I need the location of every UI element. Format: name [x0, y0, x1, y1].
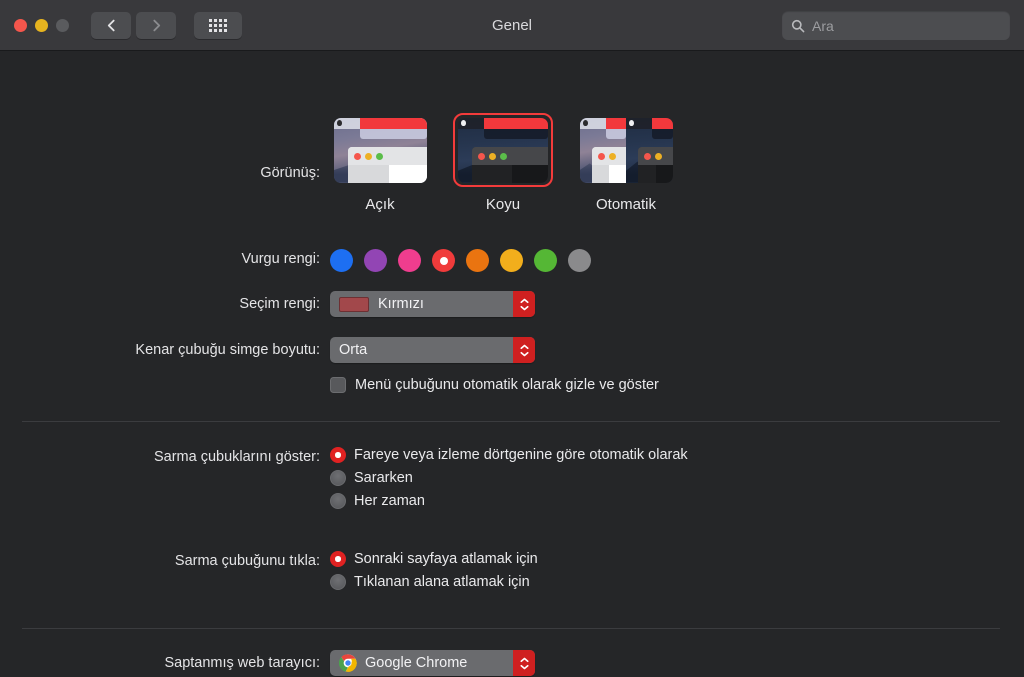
zoom-button[interactable]	[56, 18, 69, 32]
section-divider-1	[22, 421, 1000, 422]
appearance-thumb-light	[333, 117, 427, 183]
appearance-option-light[interactable]: Açık	[330, 113, 430, 213]
chevron-down-icon	[519, 305, 529, 310]
radio-indicator[interactable]	[330, 493, 346, 509]
radio-label: Her zaman	[354, 493, 425, 509]
default-browser-label: Saptanmış web tarayıcı:	[164, 655, 320, 671]
grid-of-dots-icon	[209, 18, 227, 32]
accent-color-swatches	[330, 249, 591, 272]
radio-indicator[interactable]	[330, 447, 346, 463]
chrome-logo-icon	[339, 654, 357, 672]
accent-swatch-green[interactable]	[534, 249, 557, 272]
autohide-menubar-row: Menü çubuğunu otomatik olarak gizle ve g…	[0, 377, 659, 393]
show-all-preferences-button[interactable]	[194, 11, 242, 39]
appearance-thumb-auto-frame	[576, 113, 676, 187]
sidebar-icon-size-popup[interactable]: Orta	[330, 337, 535, 363]
default-browser-stepper[interactable]	[513, 650, 535, 676]
accent-color-label: Vurgu rengi:	[241, 251, 320, 267]
window-titlebar: Genel Ara	[0, 0, 1024, 51]
highlight-color-stepper[interactable]	[513, 291, 535, 317]
show-scrollbars-label: Sarma çubuklarını göster:	[153, 449, 320, 465]
radio-scrollbars-when-scrolling[interactable]: Sararken	[330, 470, 688, 486]
click-scrollbar-label: Sarma çubuğunu tıkla:	[174, 553, 320, 569]
sidebar-icon-size-stepper[interactable]	[513, 337, 535, 363]
click-scrollbar-radiogroup: Sonraki sayfaya atlamak için Tıklanan al…	[330, 551, 538, 590]
accent-swatch-blue[interactable]	[330, 249, 353, 272]
close-button[interactable]	[14, 18, 27, 32]
appearance-thumb-auto	[579, 117, 673, 183]
search-placeholder: Ara	[812, 17, 834, 34]
radio-indicator[interactable]	[330, 551, 346, 567]
appearance-options: Açık Koyu Otomatik	[330, 113, 676, 213]
appearance-thumb-light-frame	[330, 113, 430, 187]
radio-indicator[interactable]	[330, 470, 346, 486]
autohide-menubar-checkbox[interactable]: Menü çubuğunu otomatik olarak gizle ve g…	[330, 377, 659, 393]
search-field[interactable]: Ara	[782, 11, 1010, 40]
radio-label: Tıklanan alana atlamak için	[354, 574, 530, 590]
accent-swatch-graphite[interactable]	[568, 249, 591, 272]
autohide-menubar-text: Menü çubuğunu otomatik olarak gizle ve g…	[355, 377, 659, 393]
chevron-up-icon	[519, 344, 529, 349]
accent-swatch-orange[interactable]	[466, 249, 489, 272]
appearance-thumb-dark	[458, 117, 548, 183]
chevron-up-icon	[519, 298, 529, 303]
accent-swatch-purple[interactable]	[364, 249, 387, 272]
show-scrollbars-row: Sarma çubuklarını göster: Fareye veya iz…	[0, 447, 688, 509]
default-browser-value: Google Chrome	[365, 655, 468, 671]
click-scrollbar-row: Sarma çubuğunu tıkla: Sonraki sayfaya at…	[0, 551, 538, 590]
radio-jump-next-page[interactable]: Sonraki sayfaya atlamak için	[330, 551, 538, 567]
show-scrollbars-radiogroup: Fareye veya izleme dörtgenine göre otoma…	[330, 447, 688, 509]
accent-swatch-pink[interactable]	[398, 249, 421, 272]
appearance-label-auto: Otomatik	[595, 196, 656, 213]
default-browser-row: Saptanmış web tarayıcı: Google Chrome	[0, 650, 535, 677]
chevron-right-icon	[152, 19, 160, 31]
radio-scrollbars-automatic[interactable]: Fareye veya izleme dörtgenine göre otoma…	[330, 447, 688, 463]
radio-label: Sonraki sayfaya atlamak için	[354, 551, 538, 567]
checkbox-box[interactable]	[330, 377, 346, 393]
appearance-label-light: Açık	[365, 196, 395, 213]
chevron-down-icon	[519, 664, 529, 669]
radio-scrollbars-always[interactable]: Her zaman	[330, 493, 688, 509]
highlight-color-swatch	[339, 296, 369, 312]
search-icon	[791, 19, 805, 32]
sidebar-icon-size-label: Kenar çubuğu simge boyutu:	[135, 342, 320, 358]
chevron-left-icon	[107, 19, 115, 31]
forward-button[interactable]	[136, 11, 176, 39]
radio-jump-to-clicked-spot[interactable]: Tıklanan alana atlamak için	[330, 574, 538, 590]
minimize-button[interactable]	[35, 18, 48, 32]
radio-indicator[interactable]	[330, 574, 346, 590]
radio-label: Sararken	[354, 470, 413, 486]
appearance-row: Görünüş: Açık Koyu Otomatik	[0, 113, 676, 213]
appearance-thumb-dark-frame	[453, 113, 553, 187]
chevron-down-icon	[519, 351, 529, 356]
highlight-color-popup[interactable]: Kırmızı	[330, 291, 535, 317]
appearance-label: Görünüş:	[260, 165, 320, 181]
navigation-buttons	[91, 11, 176, 39]
highlight-color-row: Seçim rengi: Kırmızı	[0, 291, 535, 317]
chevron-up-icon	[519, 657, 529, 662]
highlight-color-value: Kırmızı	[378, 296, 424, 312]
sidebar-icon-size-value: Orta	[339, 342, 368, 358]
accent-swatch-red[interactable]	[432, 249, 455, 272]
highlight-color-label: Seçim rengi:	[239, 296, 320, 312]
appearance-label-dark: Koyu	[485, 196, 521, 213]
traffic-light-group	[14, 18, 69, 32]
appearance-option-auto[interactable]: Otomatik	[576, 113, 676, 213]
sidebar-icon-size-row: Kenar çubuğu simge boyutu: Orta	[0, 337, 535, 363]
accent-color-row: Vurgu rengi:	[0, 249, 591, 272]
radio-label: Fareye veya izleme dörtgenine göre otoma…	[354, 447, 688, 463]
accent-swatch-yellow[interactable]	[500, 249, 523, 272]
section-divider-2	[22, 628, 1000, 629]
back-button[interactable]	[91, 11, 131, 39]
default-browser-popup[interactable]: Google Chrome	[330, 650, 535, 676]
appearance-option-dark[interactable]: Koyu	[453, 113, 553, 213]
